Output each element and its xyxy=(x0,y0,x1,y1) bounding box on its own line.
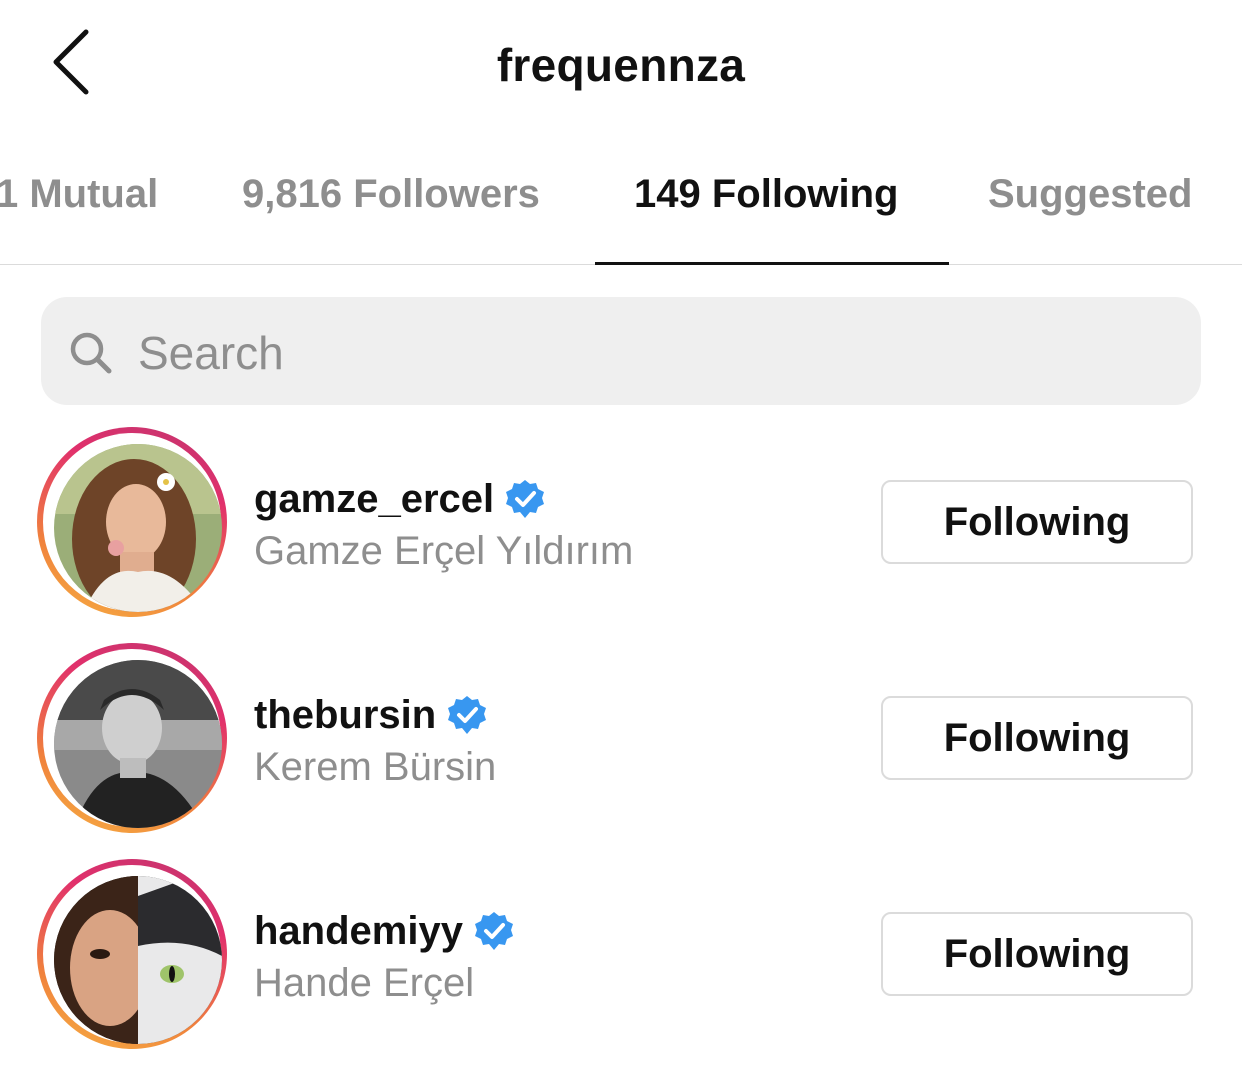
tab-mutual[interactable]: 1 Mutual xyxy=(0,172,158,217)
full-name: Gamze Erçel Yıldırım xyxy=(254,529,634,573)
header: frequennza xyxy=(0,0,1242,130)
following-button[interactable]: Following xyxy=(881,480,1193,564)
full-name: Kerem Bürsin xyxy=(254,745,497,789)
following-button[interactable]: Following xyxy=(881,912,1193,996)
list-item[interactable]: gamze_ercel Gamze Erçel Yıldırım Followi… xyxy=(0,427,1242,627)
list-item[interactable]: thebursin Kerem Bürsin Following xyxy=(0,643,1242,843)
tab-followers[interactable]: 9,816 Followers xyxy=(242,172,540,217)
verified-badge-icon xyxy=(448,696,487,734)
tab-suggested[interactable]: Suggested xyxy=(988,172,1192,217)
verified-badge-icon xyxy=(474,912,513,950)
following-button[interactable]: Following xyxy=(881,696,1193,780)
avatar xyxy=(54,660,222,828)
tab-bar: 1 Mutual 9,816 Followers 149 Following S… xyxy=(0,140,1242,265)
avatar xyxy=(54,444,222,612)
username[interactable]: thebursin xyxy=(254,693,436,738)
story-ring[interactable] xyxy=(37,643,227,833)
full-name: Hande Erçel xyxy=(254,961,475,1005)
story-ring[interactable] xyxy=(37,859,227,1049)
list-item[interactable]: handemiyy Hande Erçel Following xyxy=(0,859,1242,1059)
tab-following[interactable]: 149 Following xyxy=(634,172,898,217)
search-input[interactable] xyxy=(138,317,1168,389)
avatar xyxy=(54,876,222,1044)
active-tab-indicator xyxy=(595,262,949,265)
username[interactable]: gamze_ercel xyxy=(254,477,494,522)
search-icon xyxy=(70,332,112,374)
username[interactable]: handemiyy xyxy=(254,909,463,954)
page-title: frequennza xyxy=(496,39,746,91)
verified-badge-icon xyxy=(506,480,545,518)
story-ring[interactable] xyxy=(37,427,227,617)
